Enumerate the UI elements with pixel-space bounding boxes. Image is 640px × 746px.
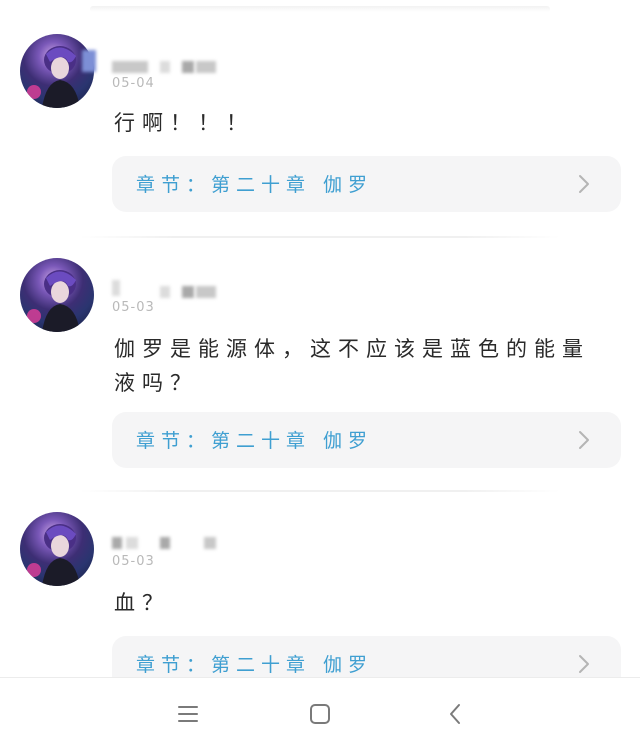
comment-divider [80, 236, 560, 238]
chevron-right-icon [579, 431, 589, 449]
user-avatar[interactable] [20, 258, 94, 332]
comment-date: 05-04 [112, 76, 155, 91]
top-divider [90, 6, 550, 12]
comments-page: 05-04 行啊！！！ 章节：第二十章 伽罗 05-03 伽罗是能源体，这不应该… [0, 0, 640, 746]
comment-text: 伽罗是能源体，这不应该是蓝色的能量液吗？ [114, 337, 590, 395]
chapter-label: 章节：第二十章 伽罗 [136, 654, 374, 676]
comment-date: 05-03 [112, 300, 155, 315]
avatar-image [27, 270, 80, 332]
back-chevron-icon[interactable] [444, 702, 468, 726]
comment-divider [80, 490, 560, 492]
chapter-label: 章节：第二十章 伽罗 [136, 430, 374, 452]
user-avatar[interactable] [20, 512, 94, 586]
chevron-right-icon [579, 175, 589, 193]
chapter-link-card[interactable]: 章节：第二十章 伽罗 [112, 412, 621, 468]
home-square-icon[interactable] [308, 702, 332, 726]
chevron-right-icon [579, 655, 589, 673]
comment-text: 血？ [114, 591, 170, 615]
chapter-label: 章节：第二十章 伽罗 [136, 174, 374, 196]
chapter-link-card[interactable]: 章节：第二十章 伽罗 [112, 156, 621, 212]
menu-icon[interactable] [176, 702, 200, 726]
avatar-badge [82, 50, 96, 72]
comment-date: 05-03 [112, 554, 155, 569]
comment-text: 行啊！！！ [114, 111, 254, 135]
system-nav-bar [0, 677, 640, 746]
avatar-image [27, 524, 80, 586]
